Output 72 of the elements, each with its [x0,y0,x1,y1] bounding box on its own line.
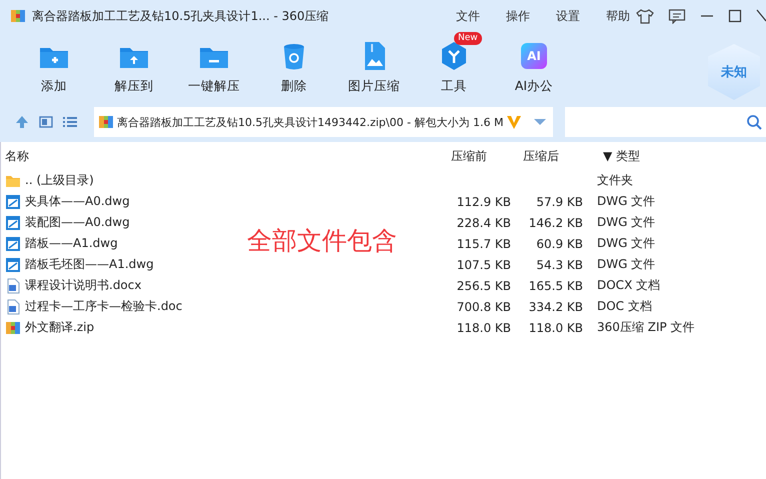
address-field[interactable]: 离合器踏板加工工艺及钻10.5孔夹具设计1493442.zip\00 - 解包大小为 1.6 M [94,107,553,137]
column-header[interactable]: ▼ 类型 [595,148,640,164]
column-header[interactable]: 压缩后 [519,148,595,164]
size-before: 700.8 KB [456,300,511,314]
file-type: DOCX 文档 [596,277,660,294]
menu-item[interactable]: 文件 [456,8,480,24]
file-name: 过程卡—工序卡—检验卡.doc [25,298,182,315]
close-icon[interactable] [756,9,766,23]
file-type: 360压缩 ZIP 文件 [596,319,695,336]
shield-badge: 未知 [708,44,760,100]
word-file-icon [5,298,21,314]
file-type: DOC 文档 [596,298,652,315]
file-type: DWG 文件 [596,235,656,252]
file-name: 踏板——A1.dwg [25,235,118,252]
file-type: DWG 文件 [596,193,656,210]
archive-icon [5,320,21,336]
file-name: 踏板毛坯图——A1.dwg [25,256,154,273]
file-name: 夹具体——A0.dwg [25,193,130,210]
size-before: 228.4 KB [456,216,511,230]
archive-icon [98,114,114,130]
file-type: 文件夹 [596,172,633,189]
word-file-icon [5,278,21,294]
size-after: 146.2 KB [528,216,583,230]
file-name: 外文翻译.zip [25,319,94,336]
drawing-file-icon [5,194,21,210]
column-header[interactable]: 压缩前 [443,148,519,164]
file-name: 装配图——A0.dwg [25,214,130,231]
toolbar-button[interactable]: AI AI办公 [494,32,574,95]
menu-item[interactable]: 操作 [506,8,530,24]
feedback-icon[interactable] [668,8,686,24]
size-before: 112.9 KB [456,194,511,208]
file-type: DWG 文件 [596,256,656,273]
annotation-text: 全部文件包含 [247,225,397,257]
up-arrow-icon[interactable] [14,114,30,130]
toolbar-button[interactable]: 一键解压 [174,32,254,95]
file-name: .. (上级目录) [25,172,94,189]
toolbar-button[interactable]: 删除 [254,32,334,95]
size-before: 107.5 KB [456,258,511,272]
ai-logo: AI [521,43,547,69]
column-header[interactable]: 名称 [1,148,443,164]
file-type: DWG 文件 [596,214,656,231]
menu-item[interactable]: 帮助 [606,8,630,24]
size-after: 57.9 KB [535,194,583,208]
toolbar-button[interactable]: 添加 [14,32,94,95]
size-before: 118.0 KB [456,320,511,334]
address-path: 离合器踏板加工工艺及钻10.5孔夹具设计1493442.zip\00 - 解包大小为 1.6 M [117,114,504,130]
menu-item[interactable]: 设置 [556,8,580,24]
size-after: 54.3 KB [535,258,583,272]
archive-icon [10,8,26,24]
drawing-file-icon [5,236,21,252]
size-after: 334.2 KB [528,300,583,314]
size-after: 60.9 KB [535,236,583,250]
maximize-icon[interactable] [728,9,742,23]
search-field[interactable] [565,107,766,137]
list-view-icon[interactable] [62,114,78,130]
toolbar-button[interactable]: 图片压缩 [334,32,414,95]
toolbar-button[interactable]: 解压到 [94,32,174,95]
file-name: 课程设计说明书.docx [25,277,142,294]
size-before: 256.5 KB [456,278,511,292]
drawing-file-icon [5,214,21,230]
size-after: 165.5 KB [528,278,583,292]
shirt-icon[interactable] [636,8,654,24]
size-before: 115.7 KB [456,236,511,250]
v-logo-icon [506,114,522,130]
drawing-file-icon [5,256,21,272]
toolbar-button[interactable]: New 工具 [414,32,494,95]
new-badge: New [454,32,482,45]
dropdown-caret-icon[interactable] [533,118,547,126]
thumbnail-view-icon[interactable] [38,114,54,130]
size-after: 118.0 KB [528,320,583,334]
window-title: 离合器踏板加工工艺及钻10.5孔夹具设计1... - 360压缩 [32,8,330,24]
search-icon[interactable] [746,114,762,130]
